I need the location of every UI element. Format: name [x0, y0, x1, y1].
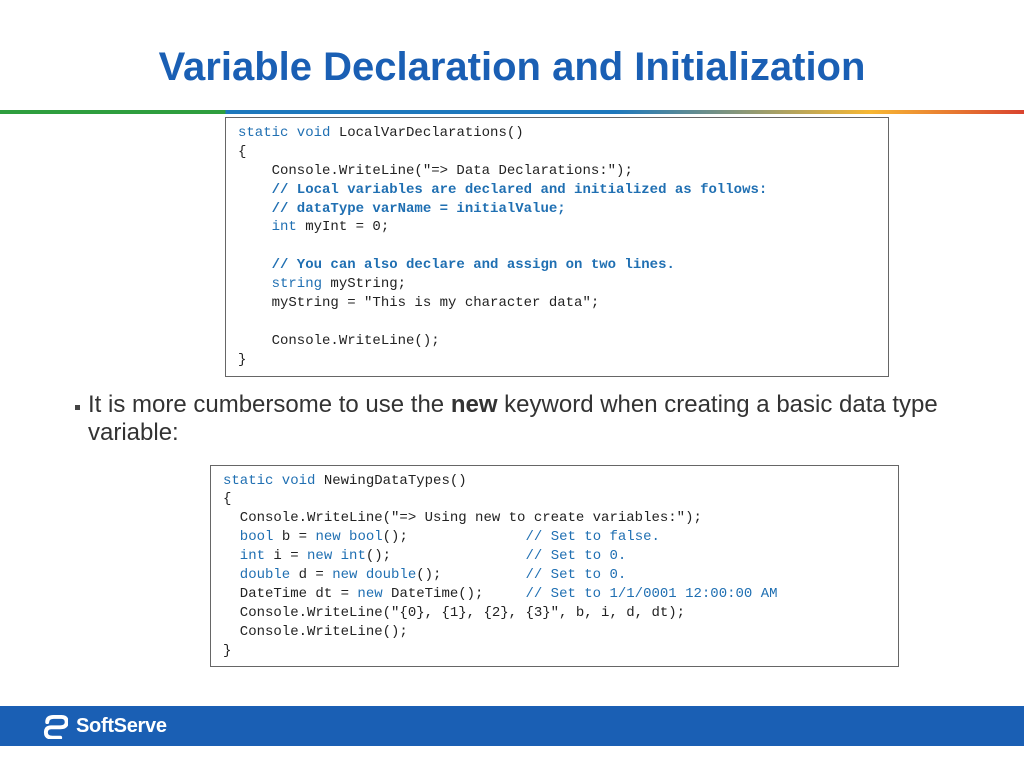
code-text: { [223, 491, 231, 507]
code-comment: // Set to 0. [525, 548, 626, 564]
code-keyword: static void [238, 125, 330, 141]
code-keyword: string [238, 276, 322, 292]
code-block-2: static void NewingDataTypes() { Console.… [210, 465, 899, 668]
code-text: (); [383, 529, 526, 545]
code-text: Console.WriteLine("=> Using new to creat… [223, 510, 702, 526]
code-comment: // You can also declare and assign on tw… [238, 257, 675, 273]
code-comment: // Set to 1/1/0001 12:00:00 AM [525, 586, 777, 602]
code-text: d = [290, 567, 332, 583]
code-keyword: new bool [315, 529, 382, 545]
footer-brand-text: SoftServe [76, 715, 167, 738]
code-text: (); [366, 548, 526, 564]
code-comment: // Local variables are declared and init… [238, 182, 767, 198]
code-text: DateTime(); [383, 586, 526, 602]
code-text: DateTime dt = [223, 586, 357, 602]
code-text: myInt = 0; [297, 219, 389, 235]
code-text: i = [265, 548, 307, 564]
code-block-1: static void LocalVarDeclarations() { Con… [225, 117, 889, 377]
code-text: (); [416, 567, 525, 583]
bullet-item: It is more cumbersome to use the new key… [75, 377, 949, 465]
code-keyword: static void [223, 473, 315, 489]
code-keyword: new int [307, 548, 366, 564]
text-bold: new [451, 391, 498, 418]
code-text: b = [273, 529, 315, 545]
code-text: LocalVarDeclarations() [330, 125, 523, 141]
code-text: Console.WriteLine("{0}, {1}, {2}, {3}", … [223, 605, 685, 621]
code-text: NewingDataTypes() [315, 473, 466, 489]
code-comment: // Set to 0. [525, 567, 626, 583]
footer: SoftServe [0, 706, 1024, 746]
code-text: { [238, 144, 246, 160]
code-keyword: double [223, 567, 290, 583]
code-text: } [223, 643, 231, 659]
code-keyword: new [357, 586, 382, 602]
code-text: Console.WriteLine("=> Data Declarations:… [238, 163, 633, 179]
slide-title: Variable Declaration and Initialization [0, 0, 1024, 110]
code-comment: // Set to false. [525, 529, 659, 545]
code-keyword: new double [332, 567, 416, 583]
code-text: myString = "This is my character data"; [238, 295, 599, 311]
text-segment: It is more cumbersome to use the [88, 391, 451, 418]
softserve-logo-icon [42, 713, 68, 739]
code-keyword: bool [223, 529, 273, 545]
code-keyword: int [223, 548, 265, 564]
bullet-marker [75, 405, 80, 410]
code-text: Console.WriteLine(); [238, 333, 440, 349]
code-text: } [238, 352, 246, 368]
accent-divider [0, 110, 1024, 114]
bullet-text-content: It is more cumbersome to use the new key… [88, 391, 949, 447]
code-text: myString; [322, 276, 406, 292]
content-area: static void LocalVarDeclarations() { Con… [0, 117, 1024, 667]
code-comment: // dataType varName = initialValue; [238, 201, 566, 217]
code-text: Console.WriteLine(); [223, 624, 408, 640]
code-keyword: int [238, 219, 297, 235]
